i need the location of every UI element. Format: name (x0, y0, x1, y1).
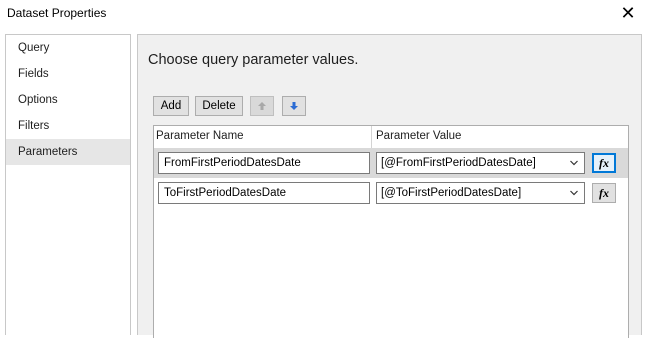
expression-button[interactable]: fx (592, 153, 616, 173)
arrow-up-icon (258, 102, 266, 110)
parameters-panel: Choose query parameter values. Add Delet… (137, 34, 642, 338)
column-divider[interactable] (371, 126, 372, 148)
parameter-value-dropdown[interactable]: [@FromFirstPeriodDatesDate] (376, 152, 585, 174)
sidebar-item-fields[interactable]: Fields (6, 61, 130, 87)
sidebar-item-label: Parameters (18, 146, 78, 158)
table-row[interactable]: [@FromFirstPeriodDatesDate] fx (154, 148, 628, 178)
sidebar-item-query[interactable]: Query (6, 35, 130, 61)
move-up-button[interactable] (250, 96, 274, 116)
column-header-parameter-value: Parameter Value (376, 130, 462, 142)
sidebar-item-label: Filters (18, 120, 50, 132)
move-down-button[interactable] (282, 96, 306, 116)
sidebar-item-label: Query (18, 42, 50, 54)
sidebar-item-parameters[interactable]: Parameters (6, 139, 130, 165)
parameter-value-dropdown[interactable]: [@ToFirstPeriodDatesDate] (376, 182, 585, 204)
sidebar-item-options[interactable]: Options (6, 87, 130, 113)
sidebar: Query Fields Options Filters Parameters (5, 34, 131, 335)
chevron-down-icon (570, 190, 578, 196)
arrow-down-icon (290, 102, 298, 110)
add-button[interactable]: Add (153, 96, 189, 116)
sidebar-item-filters[interactable]: Filters (6, 113, 130, 139)
window-title: Dataset Properties (7, 6, 107, 20)
delete-button[interactable]: Delete (195, 96, 243, 116)
table-row[interactable]: [@ToFirstPeriodDatesDate] fx (154, 178, 628, 208)
parameter-value-text: [@FromFirstPeriodDatesDate] (381, 157, 536, 169)
parameter-name-input[interactable] (158, 152, 370, 174)
column-header-parameter-name: Parameter Name (156, 130, 244, 142)
page-title: Choose query parameter values. (148, 52, 359, 68)
expression-button[interactable]: fx (592, 183, 616, 203)
grid-header: Parameter Name Parameter Value (154, 126, 628, 148)
title-bar: Dataset Properties ✕ (0, 0, 647, 28)
chevron-down-icon (570, 160, 578, 166)
parameter-value-text: [@ToFirstPeriodDatesDate] (381, 187, 522, 199)
sidebar-item-label: Fields (18, 68, 49, 80)
close-icon[interactable]: ✕ (617, 2, 639, 24)
parameter-name-input[interactable] (158, 182, 370, 204)
parameters-grid: Parameter Name Parameter Value [@FromFir… (153, 125, 629, 338)
sidebar-item-label: Options (18, 94, 58, 106)
